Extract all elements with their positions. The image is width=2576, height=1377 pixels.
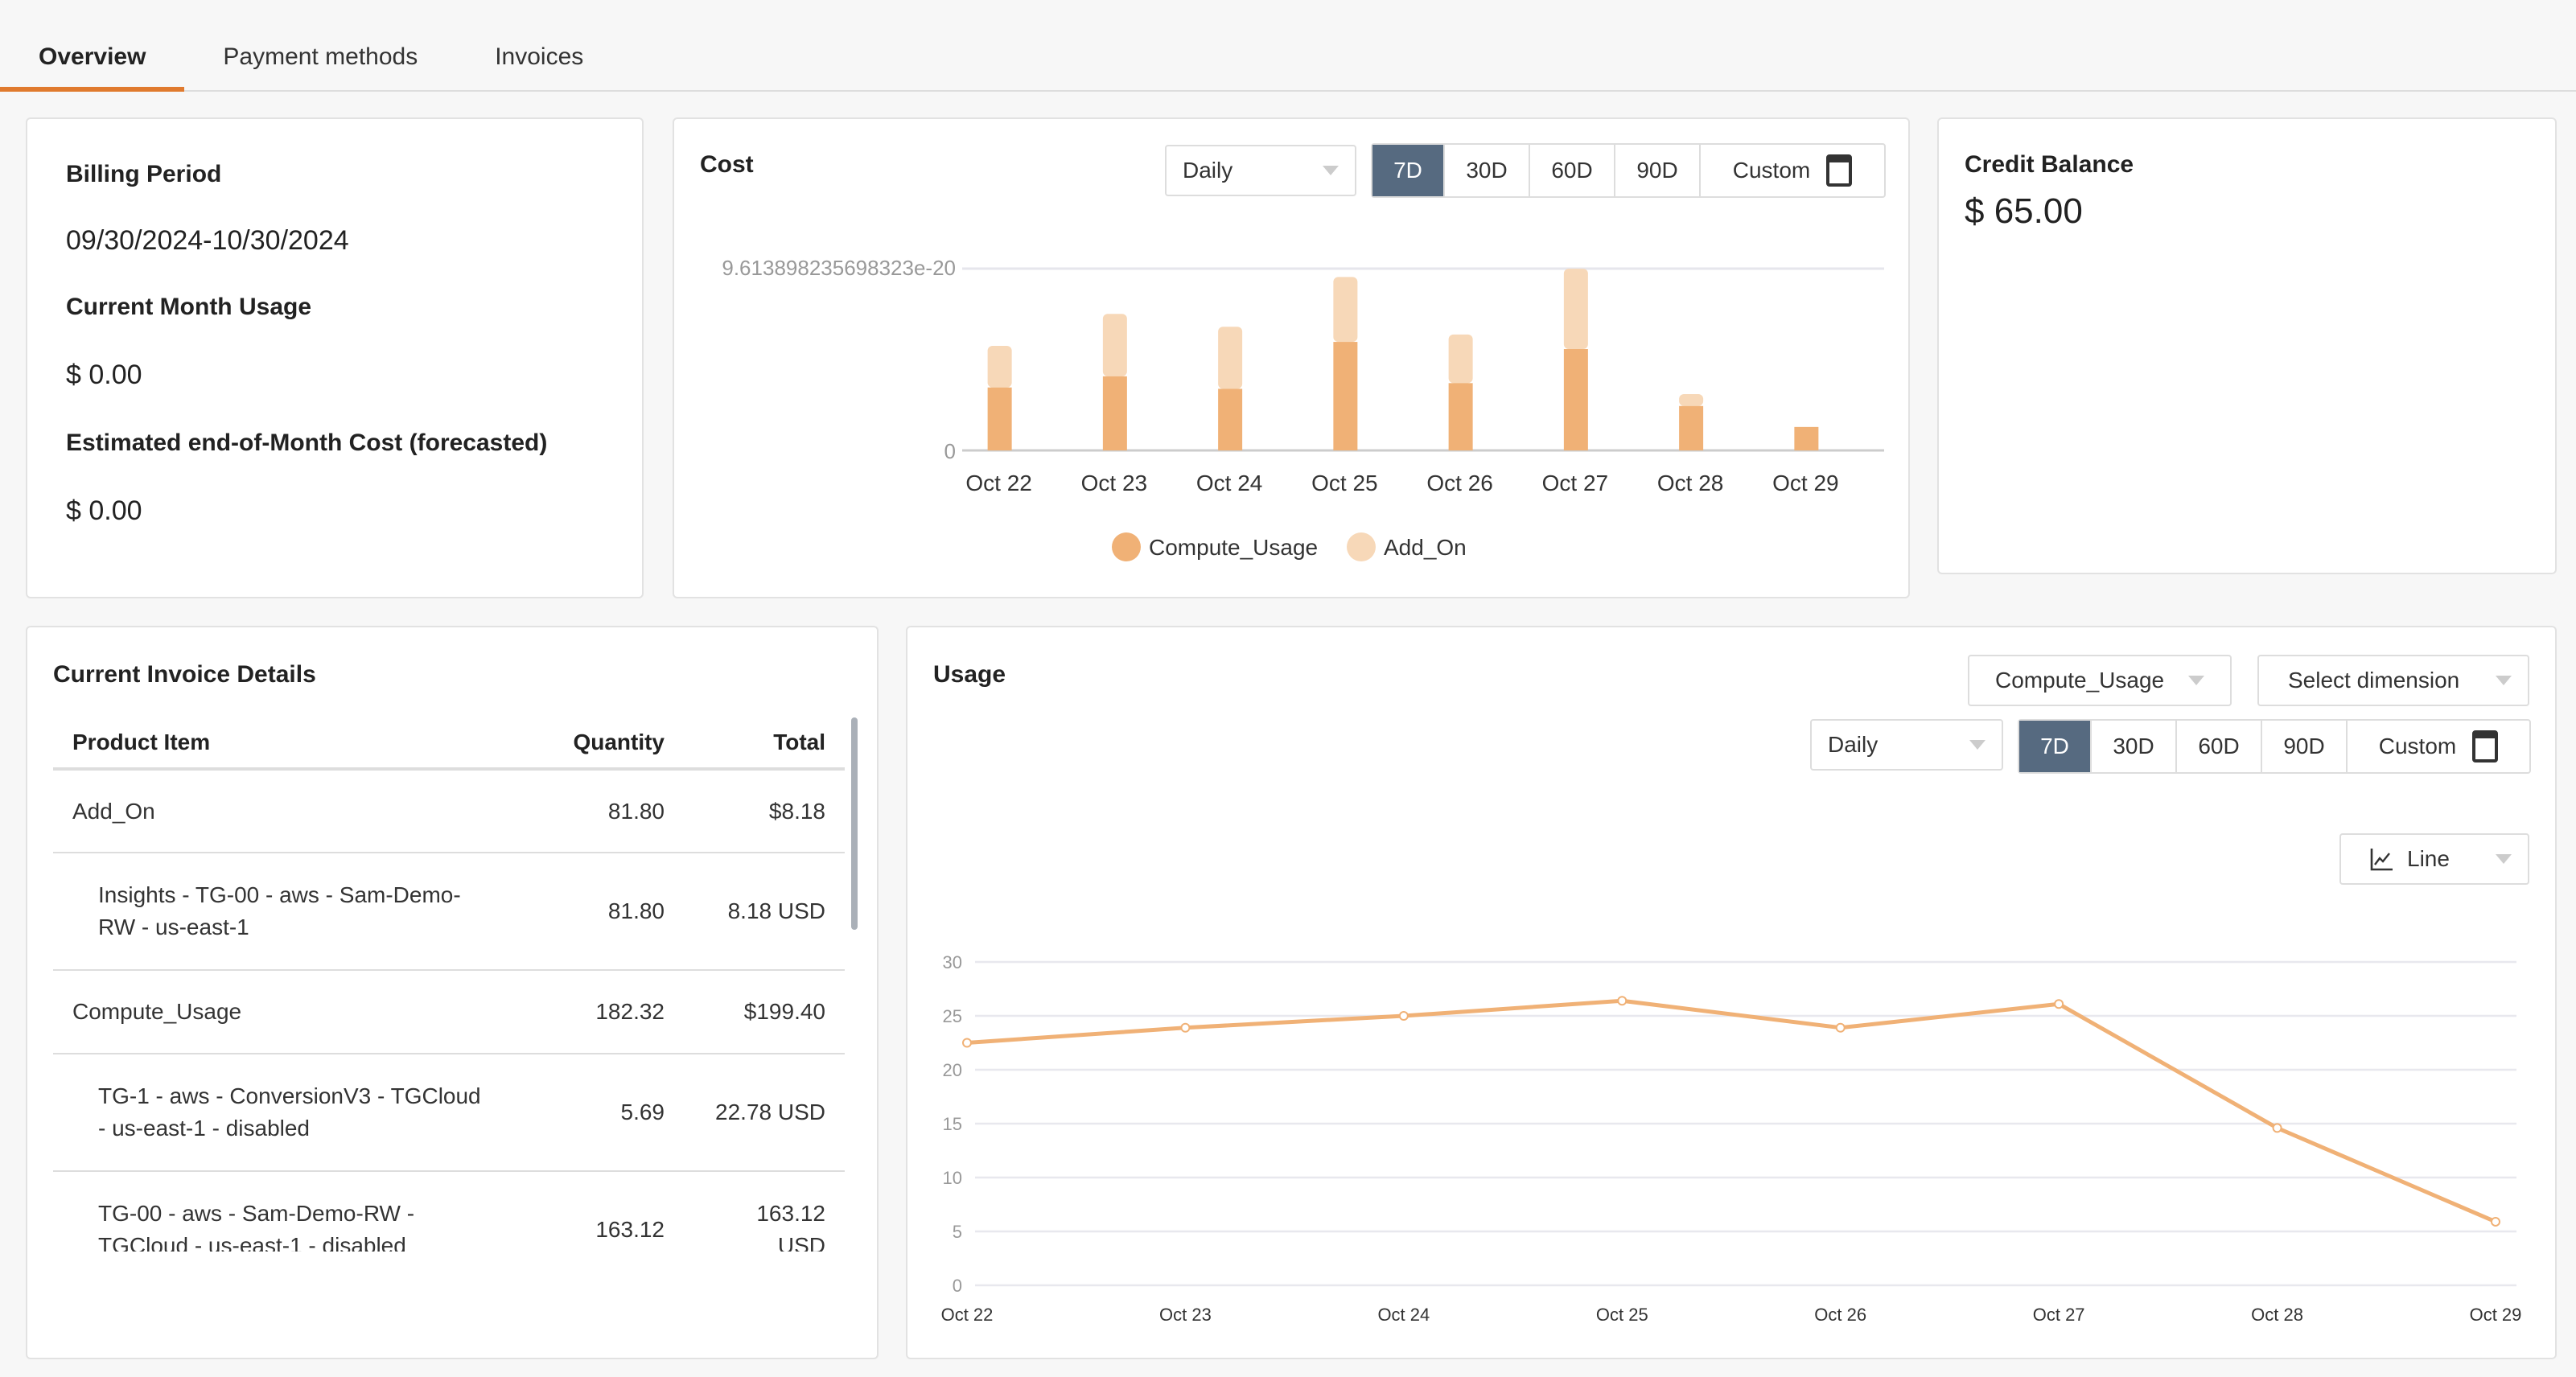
cost-chart: 9.613898235698323e-20 0 Oct 22 Oct 23 Oct 24… xyxy=(722,256,1884,561)
cost-card: Cost Daily 7D 30D 60D 90D Custom 9.61389… xyxy=(673,117,1910,598)
bar-compute-usage xyxy=(1102,376,1127,450)
invoice-table-scroll[interactable]: Product Item Quantity Total Add_On 81.80 $… xyxy=(53,717,858,1252)
x-tick-label: Oct 24 xyxy=(1196,471,1262,495)
tab-invoices[interactable]: Invoices xyxy=(456,0,622,92)
scrollbar-thumb[interactable] xyxy=(851,717,858,930)
table-row: TG-00 - aws - Sam-Demo-RW - TGCloud - us… xyxy=(53,1171,845,1252)
total-cell: $8.18 xyxy=(684,769,845,853)
tab-bar: Overview Payment methods Invoices xyxy=(0,0,2576,92)
x-tick-label: Oct 28 xyxy=(1657,471,1723,495)
x-tick-label: Oct 27 xyxy=(1542,471,1608,495)
current-usage-value: $ 0.00 xyxy=(66,360,142,390)
forecast-label: Estimated end-of-Month Cost (forecasted) xyxy=(66,430,548,456)
bar-add-on xyxy=(987,346,1012,388)
usage-chart: 0 5 10 15 20 25 30 Oct 22 Oct 23 Oct 24 Oct 25 Oct … xyxy=(941,952,2522,1325)
y-tick-label: 25 xyxy=(943,1006,962,1026)
data-point xyxy=(1617,996,1627,1006)
y-tick-label: 30 xyxy=(943,952,962,972)
x-tick-label: Oct 24 xyxy=(1377,1305,1430,1325)
product-item-cell: Insights - TG-00 - aws - Sam-Demo-RW - u… xyxy=(53,853,507,971)
quantity-cell: 182.32 xyxy=(507,970,684,1054)
x-tick-label: Oct 27 xyxy=(2033,1305,2085,1325)
bar-add-on xyxy=(1333,277,1358,343)
y-tick-label: 0 xyxy=(953,1276,962,1296)
y-tick-label: 5 xyxy=(953,1222,962,1242)
total-cell: 22.78 USD xyxy=(684,1054,845,1172)
col-quantity: Quantity xyxy=(507,717,684,771)
bar-add-on xyxy=(1679,393,1704,406)
y-tick-label: 15 xyxy=(943,1114,962,1134)
bar-compute-usage xyxy=(1679,405,1704,450)
bar-add-on xyxy=(1218,327,1243,389)
bar-compute-usage xyxy=(1563,348,1588,450)
table-row: Add_On 81.80 $8.18 xyxy=(53,769,845,853)
col-total: Total xyxy=(684,717,845,771)
current-usage-label: Current Month Usage xyxy=(66,294,312,320)
data-point xyxy=(1180,1022,1191,1033)
x-tick-label: Oct 29 xyxy=(2470,1305,2522,1325)
invoice-table: Product Item Quantity Total Add_On 81.80 $… xyxy=(53,717,845,1252)
x-tick-label: Oct 26 xyxy=(1426,471,1492,495)
product-item-cell: TG-1 - aws - ConversionV3 - TGCloud - us… xyxy=(53,1054,507,1172)
data-point xyxy=(2491,1216,2500,1227)
bar-compute-usage xyxy=(1218,388,1243,450)
invoice-card: Current Invoice Details Product Item Qua… xyxy=(26,626,879,1359)
data-point xyxy=(2054,999,2064,1009)
bar-compute-usage xyxy=(1448,383,1473,450)
x-tick-label: Oct 25 xyxy=(1596,1305,1648,1325)
x-tick-label: Oct 26 xyxy=(1814,1305,1866,1325)
credit-balance-title: Credit Balance xyxy=(1965,151,2134,178)
legend-compute-usage-swatch xyxy=(1112,532,1141,561)
x-tick-label: Oct 23 xyxy=(1081,471,1147,495)
quantity-cell: 5.69 xyxy=(507,1054,684,1172)
bar-add-on xyxy=(1448,334,1473,384)
bar-compute-usage xyxy=(1333,342,1358,450)
table-row: Insights - TG-00 - aws - Sam-Demo-RW - u… xyxy=(53,853,845,971)
credit-balance-value: $ 65.00 xyxy=(1965,191,2083,231)
credit-balance-card: Credit Balance $ 65.00 xyxy=(1937,117,2557,574)
legend-add-on-label: Add_On xyxy=(1384,535,1467,560)
quantity-cell: 163.12 xyxy=(507,1171,684,1252)
usage-card: Usage Compute_Usage Select dimension Dai… xyxy=(906,626,2557,1359)
total-cell: $199.40 xyxy=(684,970,845,1054)
bar-add-on xyxy=(1563,269,1588,349)
table-row: TG-1 - aws - ConversionV3 - TGCloud - us… xyxy=(53,1054,845,1172)
legend-compute-usage-label: Compute_Usage xyxy=(1149,535,1318,560)
x-tick-label: Oct 22 xyxy=(941,1305,994,1325)
bar-compute-usage xyxy=(987,387,1012,450)
total-cell: 163.12 USD xyxy=(684,1171,845,1252)
product-item-cell: TG-00 - aws - Sam-Demo-RW - TGCloud - us… xyxy=(53,1171,507,1252)
billing-period-label: Billing Period xyxy=(66,161,222,187)
y-tick-label: 10 xyxy=(943,1168,962,1188)
forecast-value: $ 0.00 xyxy=(66,495,142,526)
data-point xyxy=(2272,1123,2282,1133)
data-point xyxy=(962,1038,972,1048)
quantity-cell: 81.80 xyxy=(507,853,684,971)
x-tick-label: Oct 28 xyxy=(2251,1305,2303,1325)
x-tick-label: Oct 29 xyxy=(1772,471,1838,495)
data-point xyxy=(1398,1011,1409,1021)
bar-compute-usage xyxy=(1794,426,1819,450)
y-tick-label: 20 xyxy=(943,1060,962,1080)
series-line xyxy=(966,998,2496,1224)
data-point xyxy=(1835,1022,1846,1033)
table-row: Compute_Usage 182.32 $199.40 xyxy=(53,970,845,1054)
invoice-title: Current Invoice Details xyxy=(53,661,316,688)
x-tick-label: Oct 25 xyxy=(1311,471,1377,495)
y-tick-label: 9.613898235698323e-20 xyxy=(722,256,956,280)
x-tick-label: Oct 23 xyxy=(1159,1305,1212,1325)
tab-overview[interactable]: Overview xyxy=(0,0,185,92)
x-tick-label: Oct 22 xyxy=(965,471,1031,495)
billing-card: Billing Period 09/30/2024-10/30/2024 Cur… xyxy=(26,117,644,598)
total-cell: 8.18 USD xyxy=(684,853,845,971)
col-product-item: Product Item xyxy=(53,717,507,771)
y-tick-label: 0 xyxy=(944,439,956,463)
product-item-cell: Add_On xyxy=(53,769,507,853)
billing-period-value: 09/30/2024-10/30/2024 xyxy=(66,225,349,256)
bar-add-on xyxy=(1102,314,1127,376)
product-item-cell: Compute_Usage xyxy=(53,970,507,1054)
quantity-cell: 81.80 xyxy=(507,769,684,853)
legend-add-on-swatch xyxy=(1347,532,1376,561)
tab-payment-methods[interactable]: Payment methods xyxy=(184,0,456,92)
